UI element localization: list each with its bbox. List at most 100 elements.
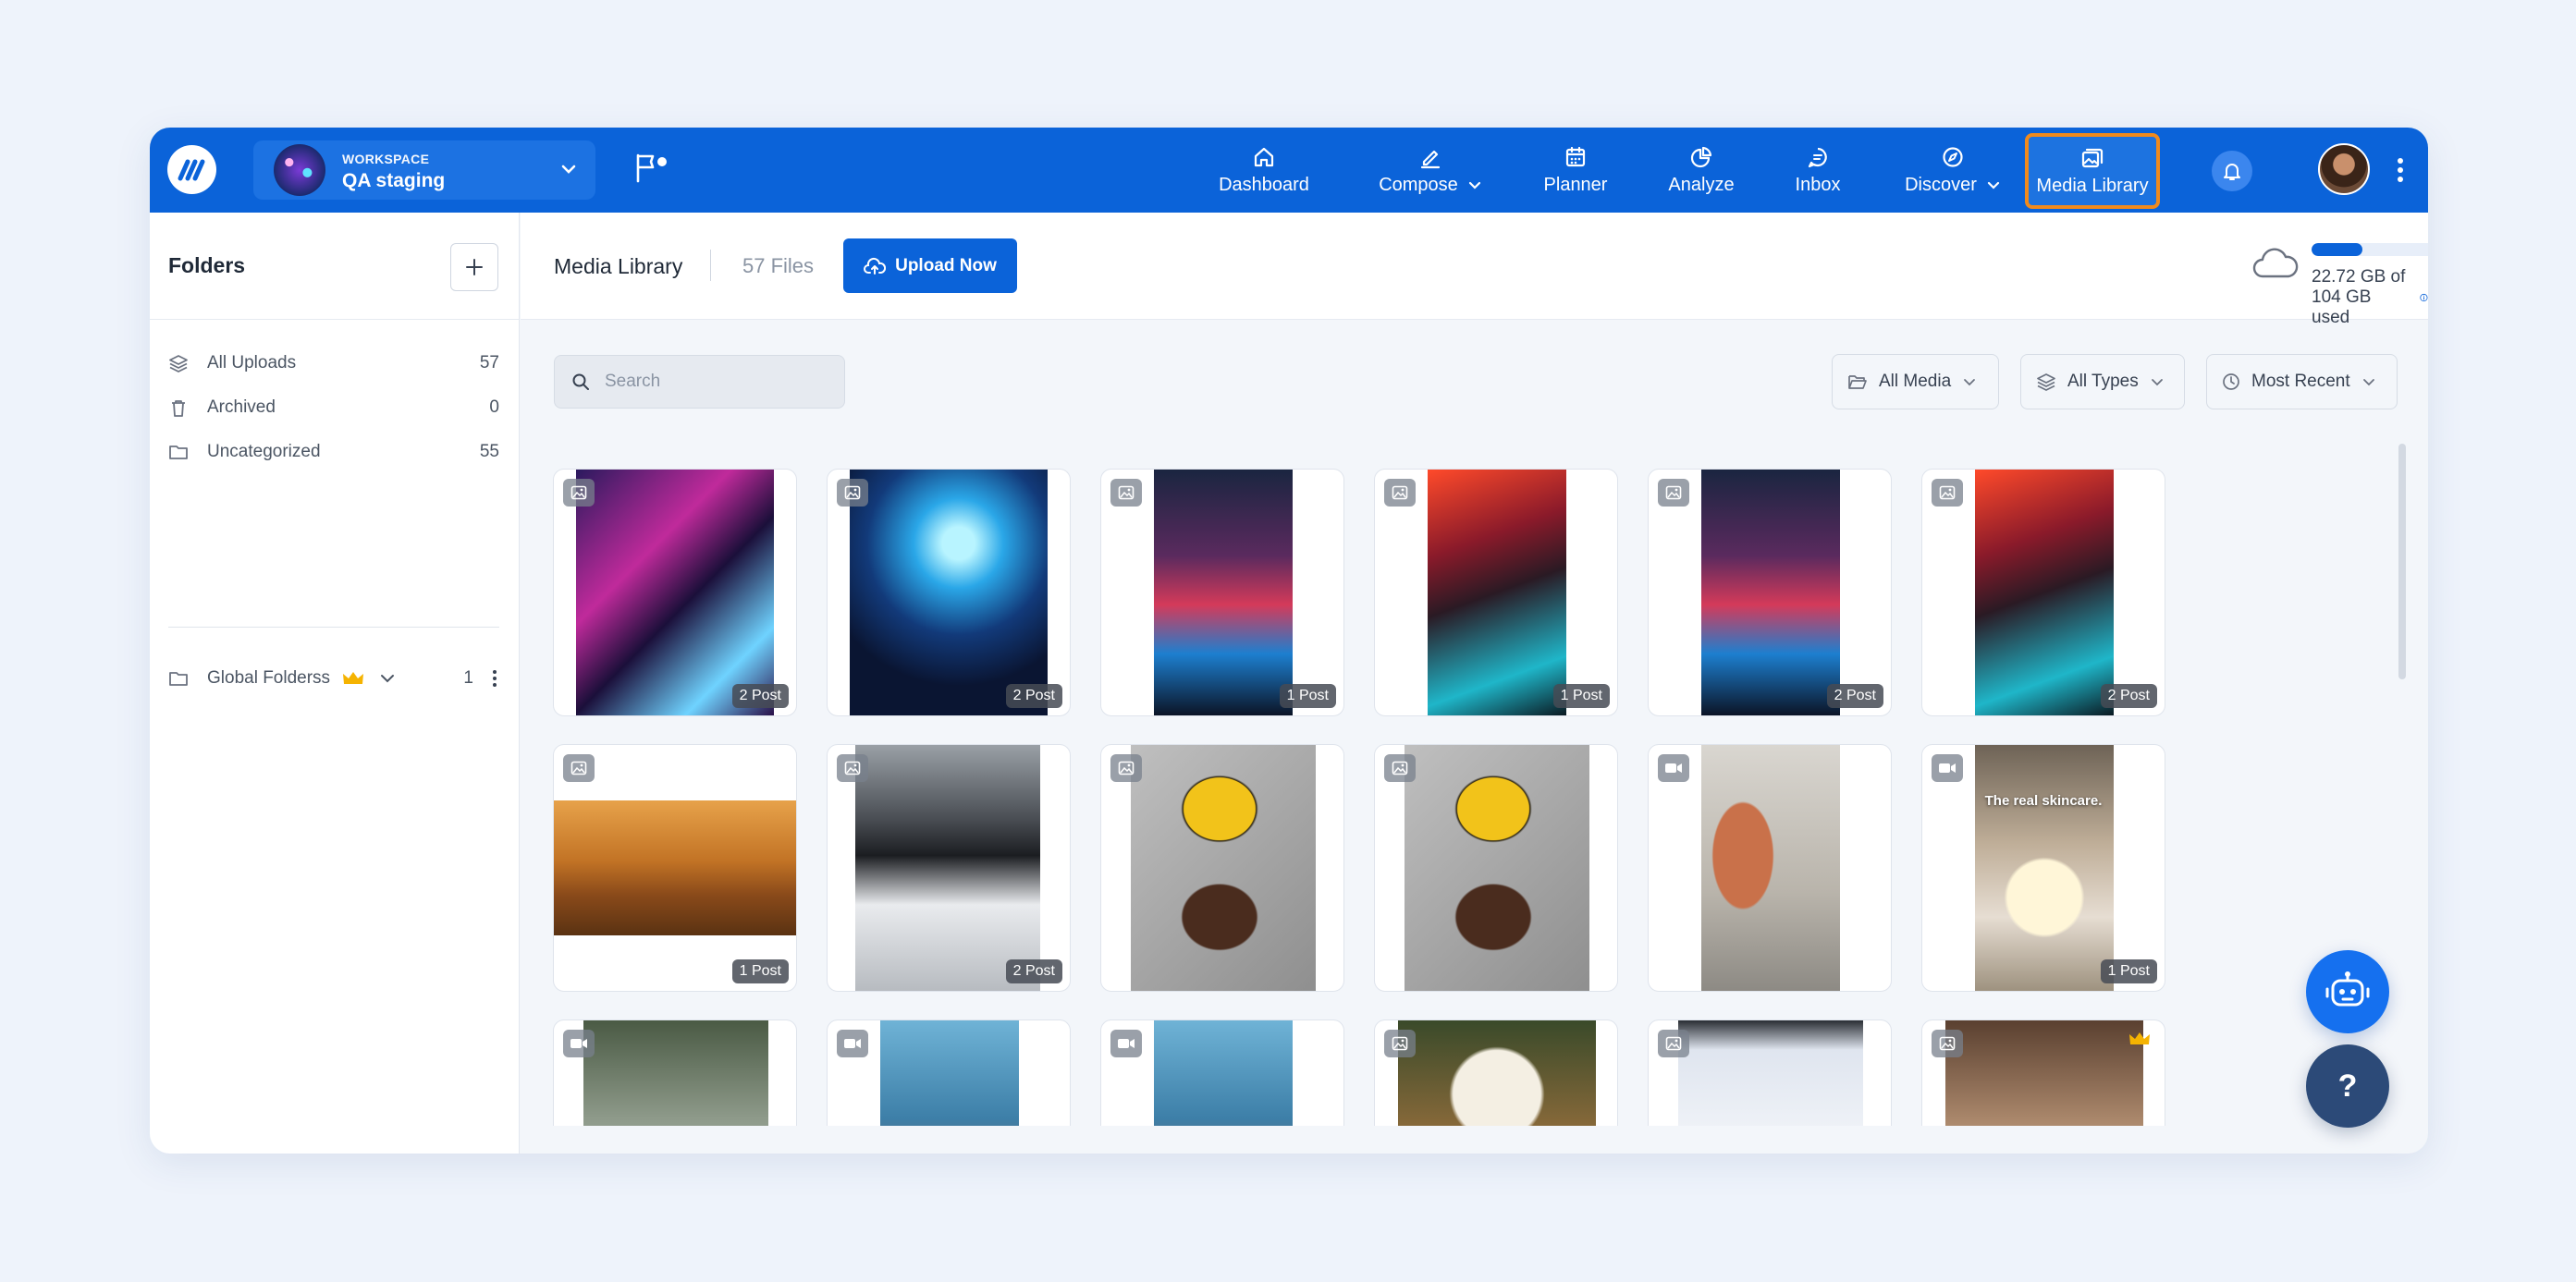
- post-count-badge: 1 Post: [2100, 959, 2157, 983]
- clock-icon: [2223, 373, 2239, 390]
- compass-icon: [1943, 146, 1963, 167]
- sidebar-item-label: Uncategorized: [207, 442, 321, 461]
- storage-usage-text: 22.72 GB of 104 GB used: [2312, 267, 2406, 327]
- media-thumbnail: [554, 800, 796, 935]
- media-card[interactable]: [1921, 1019, 2165, 1126]
- bell-icon: [2224, 164, 2240, 180]
- user-avatar[interactable]: [2318, 143, 2370, 195]
- media-card[interactable]: [1374, 744, 1618, 992]
- search-box[interactable]: [554, 355, 845, 409]
- nav-planner-label: Planner: [1543, 174, 1608, 195]
- storage-progress-bar: [2312, 243, 2428, 256]
- nav-compose-label: Compose: [1379, 174, 1458, 195]
- scrollbar[interactable]: [2398, 444, 2406, 679]
- video-type-icon: [1658, 754, 1689, 782]
- image-type-icon: [1658, 479, 1689, 507]
- chevron-down-icon: [1987, 181, 1999, 189]
- all-types-filter[interactable]: All Types: [2020, 354, 2185, 409]
- media-card[interactable]: 1 Post: [1374, 469, 1618, 716]
- media-thumbnail: [583, 1020, 768, 1126]
- home-icon: [1254, 147, 1274, 166]
- add-folder-button[interactable]: [450, 243, 498, 291]
- media-thumbnail: [880, 1020, 1019, 1126]
- image-type-icon: [1384, 479, 1416, 507]
- post-count-badge: 2 Post: [1005, 959, 1062, 983]
- logo-icon: [178, 159, 204, 180]
- sidebar-item-count: 55: [479, 442, 499, 461]
- media-card[interactable]: [1648, 1019, 1892, 1126]
- sidebar-item-archived[interactable]: Archived 0: [168, 394, 499, 421]
- storage-progress-fill: [2312, 243, 2363, 256]
- sidebar-item-count: 57: [479, 353, 499, 372]
- sidebar-item-all-uploads[interactable]: All Uploads 57: [168, 349, 499, 377]
- media-card[interactable]: 2 Post: [827, 744, 1071, 992]
- image-type-icon: [563, 479, 595, 507]
- chat-bubble-icon: [1808, 147, 1827, 167]
- media-card[interactable]: [553, 1019, 797, 1126]
- nav-inbox[interactable]: Inbox: [1772, 137, 1864, 203]
- media-card[interactable]: [827, 1019, 1071, 1126]
- media-card[interactable]: 2 Post: [827, 469, 1071, 716]
- sidebar-title: Folders: [168, 253, 246, 277]
- image-type-icon: [1658, 1030, 1689, 1057]
- media-card[interactable]: 2 Post: [1921, 469, 2165, 716]
- nav-planner[interactable]: Planner: [1522, 137, 1629, 203]
- post-count-badge: 2 Post: [731, 684, 789, 708]
- most-recent-sort[interactable]: Most Recent: [2206, 354, 2398, 409]
- sidebar-header: Folders: [150, 213, 519, 320]
- nav-compose[interactable]: Compose: [1352, 137, 1509, 203]
- sidebar-item-count: 1: [463, 668, 473, 688]
- media-card[interactable]: 1 Post: [553, 744, 797, 992]
- info-icon[interactable]: [2420, 289, 2428, 306]
- post-count-badge: 2 Post: [2100, 684, 2157, 708]
- video-type-icon: [563, 1030, 595, 1057]
- cloud-icon: [2252, 248, 2299, 278]
- media-card[interactable]: [1374, 1019, 1618, 1126]
- folder-icon: [169, 672, 188, 686]
- more-vertical-icon[interactable]: [2395, 155, 2406, 185]
- file-count: 57 Files: [742, 254, 815, 277]
- workspace-switcher[interactable]: WORKSPACE QA staging: [253, 140, 595, 200]
- media-thumbnail: [1398, 1020, 1596, 1126]
- flag-icon[interactable]: [632, 152, 669, 185]
- nav-media-library[interactable]: Media Library: [2025, 133, 2160, 209]
- media-thumbnail: [576, 470, 774, 715]
- media-card[interactable]: 2 Post: [553, 469, 797, 716]
- video-type-icon: [1110, 1030, 1142, 1057]
- notifications-button[interactable]: [2212, 151, 2252, 191]
- all-media-filter[interactable]: All Media: [1832, 354, 1999, 409]
- search-input[interactable]: [605, 372, 817, 392]
- chevron-down-icon: [1964, 379, 1976, 386]
- media-card[interactable]: 2 Post: [1648, 469, 1892, 716]
- layers-icon: [169, 355, 188, 372]
- media-card[interactable]: [1100, 744, 1344, 992]
- media-library-header: Media Library 57 Files Upload Now 22.72 …: [521, 213, 2428, 327]
- sidebar-item-count: 0: [489, 397, 499, 417]
- media-thumbnail: [855, 745, 1040, 991]
- chevron-down-icon: [2151, 379, 2163, 386]
- help-button[interactable]: ?: [2306, 1044, 2389, 1128]
- folder-open-icon: [1848, 375, 1867, 389]
- nav-dashboard-label: Dashboard: [1219, 174, 1309, 195]
- nav-analyze[interactable]: Analyze: [1648, 137, 1755, 203]
- trash-icon: [172, 400, 185, 417]
- more-vertical-icon[interactable]: [490, 668, 499, 689]
- sidebar-item-uncategorized[interactable]: Uncategorized 55: [168, 438, 499, 466]
- media-card[interactable]: 1 Post: [1100, 469, 1344, 716]
- nav-dashboard[interactable]: Dashboard: [1201, 137, 1327, 203]
- workspace-label: WORKSPACE: [342, 152, 430, 166]
- app-logo[interactable]: [167, 145, 216, 194]
- nav-media-library-label: Media Library: [2036, 175, 2149, 196]
- media-card[interactable]: The real skincare. 1 Post: [1921, 744, 2165, 992]
- crown-icon: [343, 672, 364, 684]
- header-divider: [710, 250, 711, 281]
- nav-discover-label: Discover: [1905, 174, 1977, 195]
- nav-discover[interactable]: Discover: [1879, 137, 2027, 203]
- ai-assistant-button[interactable]: [2306, 950, 2389, 1033]
- sidebar-item-global-folders[interactable]: Global Folderss 1: [168, 665, 499, 692]
- media-card[interactable]: [1100, 1019, 1344, 1126]
- media-card[interactable]: [1648, 744, 1892, 992]
- chevron-down-icon[interactable]: [378, 669, 397, 688]
- post-count-badge: 2 Post: [1005, 684, 1062, 708]
- upload-now-button[interactable]: Upload Now: [843, 238, 1017, 293]
